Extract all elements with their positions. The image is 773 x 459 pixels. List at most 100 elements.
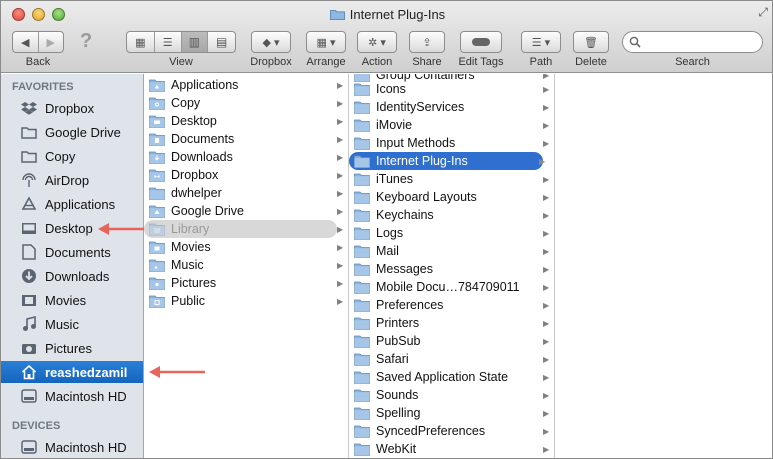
sidebar-item-pictures[interactable]: Pictures <box>1 337 143 359</box>
folder-row-itunes[interactable]: iTunes ▶ <box>349 170 549 188</box>
action-menu[interactable]: ✲ ▾ <box>358 32 396 52</box>
folder-icon <box>144 115 171 128</box>
folder-row-copy[interactable]: Copy ▶ <box>144 94 343 112</box>
disclosure-arrow-icon: ▶ <box>543 426 550 436</box>
search-field[interactable] <box>622 31 763 53</box>
disclosure-arrow-icon: ▶ <box>337 80 344 90</box>
folder-label: SyncedPreferences <box>376 424 486 438</box>
column-view-button[interactable]: ▥ <box>181 32 209 52</box>
folder-row-internet-plug-ins[interactable]: Internet Plug-Ins ▶ <box>349 152 545 170</box>
folder-row-sounds[interactable]: Sounds ▶ <box>349 386 549 404</box>
folder-row-music[interactable]: Music ▶ <box>144 256 343 274</box>
list-view-button[interactable]: ☰ <box>155 32 182 52</box>
back-button[interactable]: ◀ <box>13 32 39 52</box>
dropbox-button[interactable]: ◆ ▾ <box>251 31 291 53</box>
folder-row-dwhelper[interactable]: dwhelper ▶ <box>144 184 343 202</box>
share-button[interactable]: ⇪ <box>409 31 445 53</box>
folder-row-logs[interactable]: Logs ▶ <box>349 224 549 242</box>
sidebar: FAVORITES Dropbox Google Drive Copy AirDrop… <box>1 74 144 458</box>
folder-label: IdentityServices <box>376 100 465 114</box>
sidebar-item-google-drive[interactable]: Google Drive <box>1 121 143 143</box>
delete-action[interactable]: 🗑 <box>574 32 608 52</box>
coverflow-view-button[interactable]: ▤ <box>208 32 235 52</box>
folder-label: Messages <box>376 262 433 276</box>
folder-icon <box>144 205 171 218</box>
folder-row-keyboard-layouts[interactable]: Keyboard Layouts ▶ <box>349 188 549 206</box>
folder-row-syncedpreferences[interactable]: SyncedPreferences ▶ <box>349 422 549 440</box>
disclosure-arrow-icon: ▶ <box>337 98 344 108</box>
disclosure-arrow-icon: ▶ <box>337 206 344 216</box>
folder-row-applications[interactable]: Applications ▶ <box>144 76 343 94</box>
folder-row-movies[interactable]: Movies ▶ <box>144 238 343 256</box>
column-library[interactable]: Group Containers ▶ Icons ▶ IdentityServices ▶… <box>349 74 555 458</box>
applications-icon <box>20 196 38 212</box>
folder-row-printers[interactable]: Printers ▶ <box>349 314 549 332</box>
disclosure-arrow-icon: ▶ <box>543 354 550 364</box>
share-label: Share <box>412 56 442 68</box>
folder-row-input-methods[interactable]: Input Methods ▶ <box>349 134 549 152</box>
folder-row-desktop[interactable]: Desktop ▶ <box>144 112 343 130</box>
list-icon: ☰ <box>162 36 173 49</box>
folder-label: Dropbox <box>171 168 219 182</box>
forward-button[interactable]: ▶ <box>39 32 64 52</box>
disclosure-arrow-icon: ▶ <box>543 228 550 238</box>
sidebar-item-copy[interactable]: Copy <box>1 145 143 167</box>
folder-row-keychains[interactable]: Keychains ▶ <box>349 206 549 224</box>
sidebar-device-macintosh-hd[interactable]: Macintosh HD <box>1 436 143 458</box>
icon-view-button[interactable]: ▦ <box>127 32 155 52</box>
column-internet-plugins[interactable] <box>555 74 772 458</box>
sidebar-item-airdrop[interactable]: AirDrop <box>1 169 143 191</box>
folder-row-preferences[interactable]: Preferences ▶ <box>349 296 549 314</box>
edit-tags-button[interactable] <box>460 31 502 53</box>
folder-row-icons[interactable]: Icons ▶ <box>349 80 549 98</box>
folder-icon <box>349 227 376 240</box>
share-action[interactable]: ⇪ <box>410 32 444 52</box>
arrange-menu[interactable]: ▦ ▾ <box>307 32 345 52</box>
folder-row-downloads[interactable]: Downloads ▶ <box>144 148 343 166</box>
folder-row-saved-application-state[interactable]: Saved Application State ▶ <box>349 368 549 386</box>
folder-row-google-drive[interactable]: Google Drive ▶ <box>144 202 343 220</box>
folder-row-dropbox[interactable]: Dropbox ▶ <box>144 166 343 184</box>
folder-row-imovie[interactable]: iMovie ▶ <box>349 116 549 134</box>
folder-row-identityservices[interactable]: IdentityServices ▶ <box>349 98 549 116</box>
disclosure-arrow-icon: ▶ <box>337 170 344 180</box>
sidebar-item-label: Music <box>45 316 79 332</box>
edit-tags-label: Edit Tags <box>458 56 504 68</box>
arrange-button[interactable]: ▦ ▾ <box>306 31 346 53</box>
disclosure-arrow-icon: ▶ <box>543 74 550 80</box>
folder-row-spelling[interactable]: Spelling ▶ <box>349 404 549 422</box>
quicklook-icon[interactable]: ? <box>80 30 92 53</box>
dropbox-menu[interactable]: ◆ ▾ <box>252 32 290 52</box>
folder-row-library[interactable]: Library ▶ <box>144 220 343 238</box>
column-home[interactable]: Applications ▶ Copy ▶ Desktop ▶ Documents ▶ Down… <box>144 74 349 458</box>
disclosure-arrow-icon: ▶ <box>337 152 344 162</box>
folder-row-webkit[interactable]: WebKit ▶ <box>349 440 549 458</box>
folder-row-public[interactable]: Public ▶ <box>144 292 343 310</box>
sidebar-item-macintosh-hd[interactable]: Macintosh HD <box>1 385 143 407</box>
folder-row-mail[interactable]: Mail ▶ <box>349 242 549 260</box>
folder-row-documents[interactable]: Documents ▶ <box>144 130 343 148</box>
edit-tags-action[interactable] <box>461 32 501 52</box>
path-menu[interactable]: ☰ ▾ <box>522 32 560 52</box>
folder-row-safari[interactable]: Safari ▶ <box>349 350 549 368</box>
sidebar-item-documents[interactable]: Documents <box>1 241 143 263</box>
folder-row-mobile-docu-784709011[interactable]: Mobile Docu…784709011 ▶ <box>349 278 549 296</box>
sidebar-item-movies[interactable]: Movies <box>1 289 143 311</box>
fullscreen-icon[interactable]: ⤢ <box>758 5 768 20</box>
sidebar-item-label: Google Drive <box>45 124 121 140</box>
folder-icon <box>349 407 376 420</box>
sidebar-item-dropbox[interactable]: Dropbox <box>1 97 143 119</box>
sidebar-item-reashedzamil[interactable]: reashedzamil <box>1 361 143 383</box>
action-button[interactable]: ✲ ▾ <box>357 31 397 53</box>
sidebar-item-label: Macintosh HD <box>45 388 127 404</box>
folder-row-pictures[interactable]: Pictures ▶ <box>144 274 343 292</box>
folder-row-pubsub[interactable]: PubSub ▶ <box>349 332 549 350</box>
delete-button[interactable]: 🗑 <box>573 31 609 53</box>
sidebar-item-music[interactable]: Music <box>1 313 143 335</box>
search-input[interactable] <box>645 35 755 47</box>
path-button[interactable]: ☰ ▾ <box>521 31 561 53</box>
sidebar-item-applications[interactable]: Applications <box>1 193 143 215</box>
sidebar-item-downloads[interactable]: Downloads <box>1 265 143 287</box>
folder-row-messages[interactable]: Messages ▶ <box>349 260 549 278</box>
annotation-arrow-home <box>149 366 205 378</box>
